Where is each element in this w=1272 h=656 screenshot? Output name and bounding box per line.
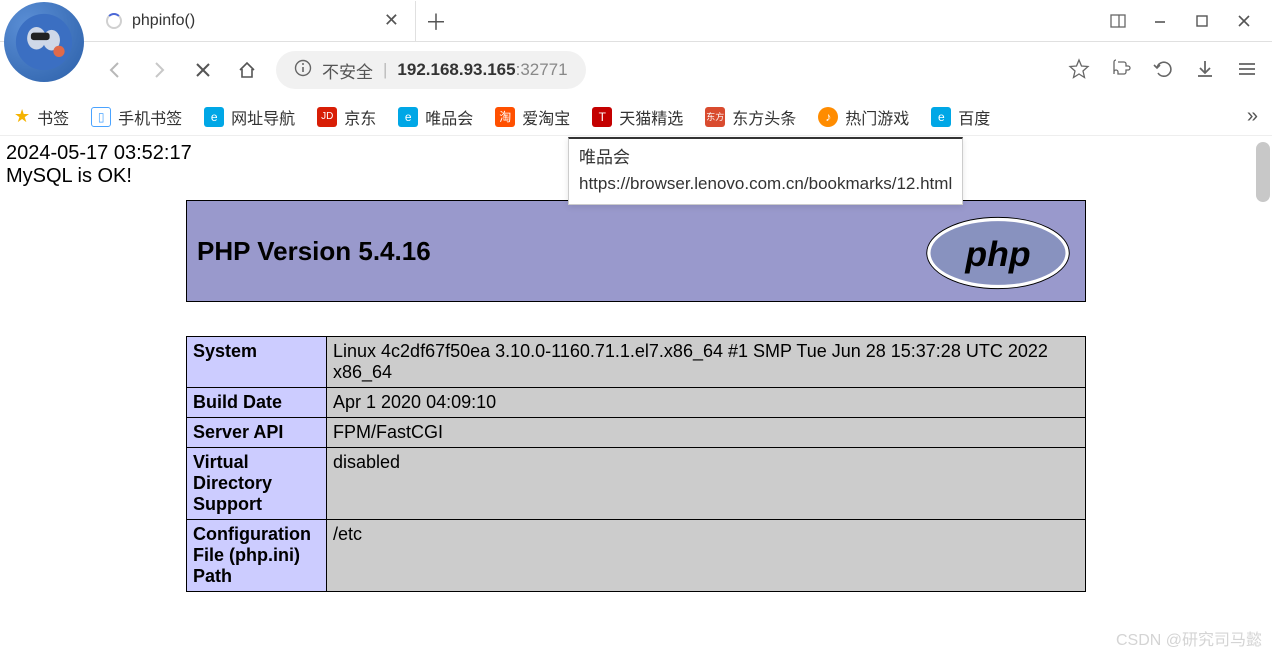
loading-spinner-icon [106, 13, 122, 29]
close-window-icon[interactable] [1226, 7, 1262, 35]
home-button[interactable] [232, 55, 262, 85]
url-port: :32771 [516, 60, 568, 79]
new-tab-button[interactable]: ＋ [416, 5, 456, 37]
bookmark-label: 热门游戏 [845, 105, 909, 129]
edge-icon: e [204, 107, 224, 127]
cell-key: Virtual Directory Support [187, 448, 327, 520]
bookmark-label: 网址导航 [231, 105, 295, 129]
cell-value: disabled [327, 448, 1086, 520]
bookmark-baidu[interactable]: e 百度 [931, 105, 990, 129]
bookmark-label: 爱淘宝 [522, 105, 570, 129]
minimize-icon[interactable] [1142, 7, 1178, 35]
phpinfo-table: SystemLinux 4c2df67f50ea 3.10.0-1160.71.… [186, 336, 1086, 592]
bookmark-label: 百度 [958, 105, 990, 129]
bookmark-tooltip: 唯品会 https://browser.lenovo.com.cn/bookma… [568, 137, 963, 205]
php-logo-icon: php [923, 213, 1073, 293]
cell-key: Server API [187, 418, 327, 448]
tmall-icon: T [592, 107, 612, 127]
url-host-text: 192.168.93.165 [397, 60, 515, 79]
profile-avatar[interactable] [4, 2, 84, 82]
tab-title: phpinfo() [132, 12, 370, 30]
stop-button[interactable] [188, 55, 218, 85]
bookmark-label: 东方头条 [732, 105, 796, 129]
bookmark-games[interactable]: ♪ 热门游戏 [818, 105, 909, 129]
games-icon: ♪ [818, 107, 838, 127]
bookmark-label: 天猫精选 [619, 105, 683, 129]
tooltip-url: https://browser.lenovo.com.cn/bookmarks/… [579, 171, 952, 197]
browser-tab[interactable]: phpinfo() ✕ [96, 1, 416, 41]
php-version-title: PHP Version 5.4.16 [197, 236, 431, 267]
table-row: SystemLinux 4c2df67f50ea 3.10.0-1160.71.… [187, 337, 1086, 388]
phpinfo-container: PHP Version 5.4.16 php SystemLinux 4c2df… [186, 200, 1086, 592]
tab-bar: phpinfo() ✕ ＋ [0, 0, 1272, 42]
bookmark-mobile[interactable]: ▯ 手机书签 [91, 105, 182, 129]
window-dock-icon[interactable] [1100, 7, 1136, 35]
bookmark-label: 手机书签 [118, 105, 182, 129]
bookmark-vip[interactable]: e 唯品会 [398, 105, 473, 129]
menu-icon[interactable] [1236, 58, 1258, 83]
bookmarks-bar: ★ 书签 ▯ 手机书签 e 网址导航 JD 京东 e 唯品会 淘爱淘宝 T 天猫精选 东方东… [0, 98, 1272, 136]
insecure-label: 不安全 [322, 58, 373, 83]
vertical-scrollbar[interactable] [1256, 142, 1270, 202]
table-row: Configuration File (php.ini) Path/etc [187, 520, 1086, 592]
cell-key: Build Date [187, 388, 327, 418]
forward-button[interactable] [144, 55, 174, 85]
address-bar-row: 不安全 | 192.168.93.165:32771 [0, 42, 1272, 98]
cell-value: FPM/FastCGI [327, 418, 1086, 448]
cell-value: Apr 1 2020 04:09:10 [327, 388, 1086, 418]
phpinfo-header: PHP Version 5.4.16 php [186, 200, 1086, 302]
bookmark-star-icon[interactable] [1068, 58, 1090, 83]
cell-key: Configuration File (php.ini) Path [187, 520, 327, 592]
address-separator: | [383, 60, 387, 80]
taobao-icon: 淘 [495, 107, 515, 127]
table-row: Build DateApr 1 2020 04:09:10 [187, 388, 1086, 418]
extensions-icon[interactable] [1110, 58, 1132, 83]
bookmark-dongfang[interactable]: 东方东方头条 [705, 105, 796, 129]
maximize-icon[interactable] [1184, 7, 1220, 35]
svg-text:php: php [964, 234, 1030, 274]
edge-icon: e [931, 107, 951, 127]
bookmarks-overflow-icon[interactable]: » [1247, 105, 1258, 128]
table-row: Server APIFPM/FastCGI [187, 418, 1086, 448]
bookmark-jd[interactable]: JD 京东 [317, 105, 376, 129]
bookmark-label: 书签 [37, 105, 69, 129]
cell-value: Linux 4c2df67f50ea 3.10.0-1160.71.1.el7.… [327, 337, 1086, 388]
browser-window: phpinfo() ✕ ＋ 不安全 | 192.168.93.165:32771 [0, 0, 1272, 656]
bookmark-label: 唯品会 [425, 105, 473, 129]
window-controls [1100, 7, 1272, 35]
downloads-icon[interactable] [1194, 58, 1216, 83]
bookmark-star[interactable]: ★ 书签 [14, 105, 69, 129]
star-icon: ★ [14, 106, 30, 127]
cell-value: /etc [327, 520, 1086, 592]
page-viewport: 2024-05-17 03:52:17 MySQL is OK! PHP Ver… [0, 136, 1272, 656]
jd-icon: JD [317, 107, 337, 127]
url-host: 192.168.93.165:32771 [397, 60, 567, 80]
undo-icon[interactable] [1152, 58, 1174, 83]
edge-icon: e [398, 107, 418, 127]
table-row: Virtual Directory Supportdisabled [187, 448, 1086, 520]
back-button[interactable] [100, 55, 130, 85]
bookmark-label: 京东 [344, 105, 376, 129]
cell-key: System [187, 337, 327, 388]
avatar-image-icon [14, 12, 74, 72]
address-bar[interactable]: 不安全 | 192.168.93.165:32771 [276, 51, 586, 89]
info-icon [294, 59, 312, 82]
dongfang-icon: 东方 [705, 107, 725, 127]
watermark-text: CSDN @研究司马懿 [1116, 626, 1262, 650]
tooltip-title: 唯品会 [579, 145, 952, 171]
bookmark-nav[interactable]: e 网址导航 [204, 105, 295, 129]
mobile-icon: ▯ [91, 107, 111, 127]
bookmark-taobao[interactable]: 淘爱淘宝 [495, 105, 570, 129]
bookmark-tmall[interactable]: T 天猫精选 [592, 105, 683, 129]
close-tab-icon[interactable]: ✕ [380, 10, 403, 31]
